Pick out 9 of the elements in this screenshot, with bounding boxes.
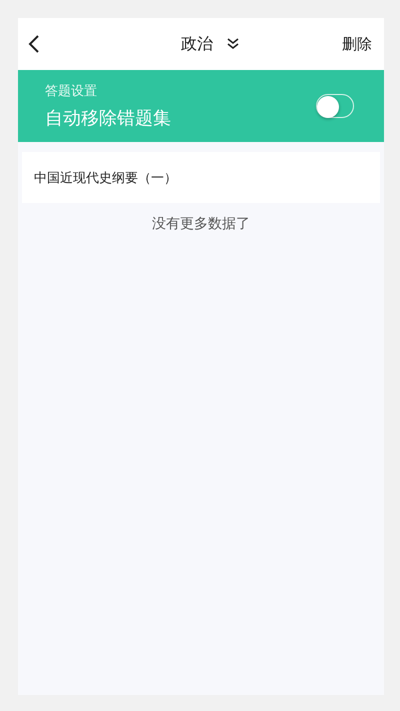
setting-title: 自动移除错题集 <box>45 107 171 130</box>
list-item[interactable]: 中国近现代史纲要（一） <box>22 152 380 203</box>
settings-label: 答题设置 <box>45 83 98 100</box>
end-of-list-text: 没有更多数据了 <box>151 215 251 233</box>
double-chevron-icon[interactable] <box>227 38 239 50</box>
back-icon <box>28 35 40 53</box>
toggle-switch[interactable] <box>316 94 354 118</box>
delete-button[interactable]: 删除 <box>342 34 372 54</box>
page-title: 政治 <box>181 34 213 54</box>
